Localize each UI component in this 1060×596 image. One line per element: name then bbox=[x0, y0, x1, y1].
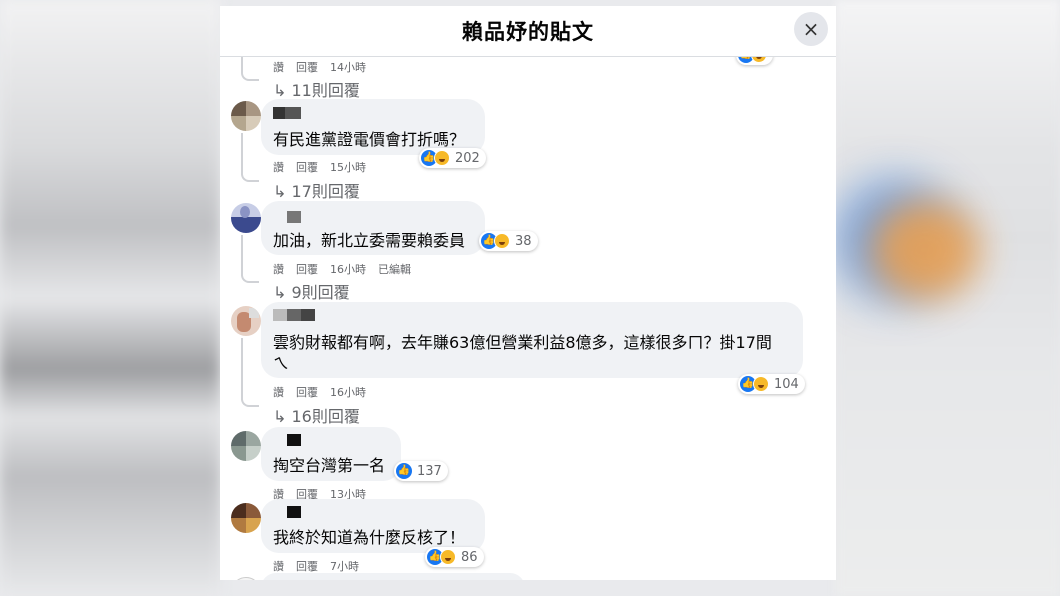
like-link[interactable]: 讚 bbox=[273, 386, 284, 399]
avatar[interactable] bbox=[231, 203, 261, 233]
comment-meta: 讚回覆 14小時 bbox=[273, 59, 378, 75]
reply-link[interactable]: 回覆 bbox=[296, 61, 318, 74]
haha-icon bbox=[753, 376, 769, 392]
reaction-count: 104 bbox=[774, 376, 799, 392]
comment-bubble: 我終於知道為什麼反核了！ bbox=[261, 499, 485, 553]
like-link[interactable]: 讚 bbox=[273, 263, 284, 276]
reply-link[interactable]: 回覆 bbox=[296, 560, 318, 573]
like-icon: 👍 bbox=[396, 463, 412, 479]
comment-bubble: 掏空台灣第一名 bbox=[261, 427, 401, 481]
comment-text: 我終於知道為什麼反核了！ bbox=[273, 528, 466, 547]
like-link[interactable]: 讚 bbox=[273, 161, 284, 174]
haha-icon bbox=[434, 150, 450, 166]
reply-link[interactable]: 回覆 bbox=[296, 161, 318, 174]
view-replies-link[interactable]: ↳ 9則回覆 bbox=[273, 279, 350, 303]
close-icon: × bbox=[802, 17, 820, 41]
reaction-badge[interactable]: 👍 202 bbox=[419, 148, 486, 168]
reaction-badge[interactable]: 👍 86 bbox=[425, 547, 484, 567]
avatar[interactable] bbox=[231, 503, 261, 533]
reaction-count: 86 bbox=[461, 549, 478, 565]
blurred-background-right bbox=[836, 0, 1060, 596]
avatar[interactable] bbox=[231, 577, 261, 580]
reply-link[interactable]: 回覆 bbox=[296, 386, 318, 399]
reaction-badge[interactable]: 👍 38 bbox=[479, 231, 538, 251]
thread-line bbox=[241, 133, 243, 175]
view-replies-link[interactable]: ↳ 11則回覆 bbox=[273, 77, 360, 101]
commenter-name[interactable] bbox=[287, 434, 301, 446]
comment-text: 加油，新北立委需要賴委員 bbox=[273, 231, 466, 250]
reaction-badge[interactable]: 👍 137 bbox=[394, 461, 448, 481]
like-link[interactable]: 讚 bbox=[273, 560, 284, 573]
dialog-title: 賴品妤的貼文 bbox=[462, 20, 594, 44]
thread-elbow bbox=[241, 69, 259, 81]
comment-text: 雲豹財報都有啊，去年賺63億但營業利益8億多，這樣很多ㄇ？掛17間 bbox=[273, 333, 772, 352]
timestamp[interactable]: 7小時 bbox=[330, 560, 359, 573]
comment-meta: 讚回覆 16小時 bbox=[273, 384, 378, 400]
avatar[interactable] bbox=[231, 306, 261, 336]
thread-elbow bbox=[241, 271, 259, 283]
comment-bubble bbox=[261, 573, 525, 580]
comment-text-continued: ㄟ bbox=[273, 354, 290, 373]
commenter-name[interactable] bbox=[287, 211, 301, 223]
avatar[interactable] bbox=[231, 431, 261, 461]
reply-link[interactable]: 回覆 bbox=[296, 263, 318, 276]
close-button[interactable]: × bbox=[794, 12, 828, 46]
blurred-background-blob bbox=[870, 200, 980, 300]
view-replies-link[interactable]: ↳ 17則回覆 bbox=[273, 178, 360, 202]
thread-line bbox=[241, 235, 243, 276]
reaction-count: 202 bbox=[455, 150, 480, 166]
commenter-name[interactable] bbox=[287, 506, 301, 518]
comment-bubble: 加油，新北立委需要賴委員 bbox=[261, 201, 485, 255]
comment-meta: 讚回覆 16小時 已編輯 bbox=[273, 261, 423, 277]
blurred-background-left bbox=[0, 0, 220, 596]
thread-line bbox=[241, 338, 243, 400]
haha-icon bbox=[494, 233, 510, 249]
timestamp[interactable]: 16小時 bbox=[330, 263, 366, 276]
commenter-name[interactable] bbox=[273, 107, 301, 119]
like-link[interactable]: 讚 bbox=[273, 61, 284, 74]
reaction-count: 137 bbox=[417, 463, 442, 479]
thread-elbow bbox=[241, 170, 259, 182]
view-replies-link[interactable]: ↳ 16則回覆 bbox=[273, 403, 360, 427]
comment-bubble: 雲豹財報都有啊，去年賺63億但營業利益8億多，這樣很多ㄇ？掛17間 ㄟ bbox=[261, 302, 803, 378]
comment-text: 掏空台灣第一名 bbox=[273, 456, 386, 475]
dialog-header: 賴品妤的貼文 × bbox=[220, 6, 836, 57]
comment-text: 有民進黨證電價會打折嗎？ bbox=[273, 130, 466, 149]
comment-list[interactable]: 讚回覆14小時 👍 ↳ 11則回覆 有民進黨證電價會打折嗎？ 👍202 讚回覆1… bbox=[220, 45, 836, 580]
comment-meta: 讚回覆 15小時 bbox=[273, 159, 378, 175]
commenter-name[interactable] bbox=[273, 309, 315, 321]
timestamp[interactable]: 15小時 bbox=[330, 161, 366, 174]
haha-icon bbox=[440, 549, 456, 565]
comment-bubble: 有民進黨證電價會打折嗎？ bbox=[261, 99, 485, 155]
reaction-count: 38 bbox=[515, 233, 532, 249]
reaction-badge[interactable]: 👍 104 bbox=[738, 374, 805, 394]
timestamp[interactable]: 16小時 bbox=[330, 386, 366, 399]
thread-elbow bbox=[241, 395, 259, 407]
comment-meta: 讚回覆 7小時 bbox=[273, 558, 371, 574]
post-dialog: 賴品妤的貼文 × 讚回覆14小時 👍 ↳ 11則回覆 有民進黨證電價會打折嗎？ … bbox=[220, 6, 836, 580]
edited-label: 已編輯 bbox=[378, 263, 411, 276]
avatar[interactable] bbox=[231, 101, 261, 131]
timestamp[interactable]: 14小時 bbox=[330, 61, 366, 74]
